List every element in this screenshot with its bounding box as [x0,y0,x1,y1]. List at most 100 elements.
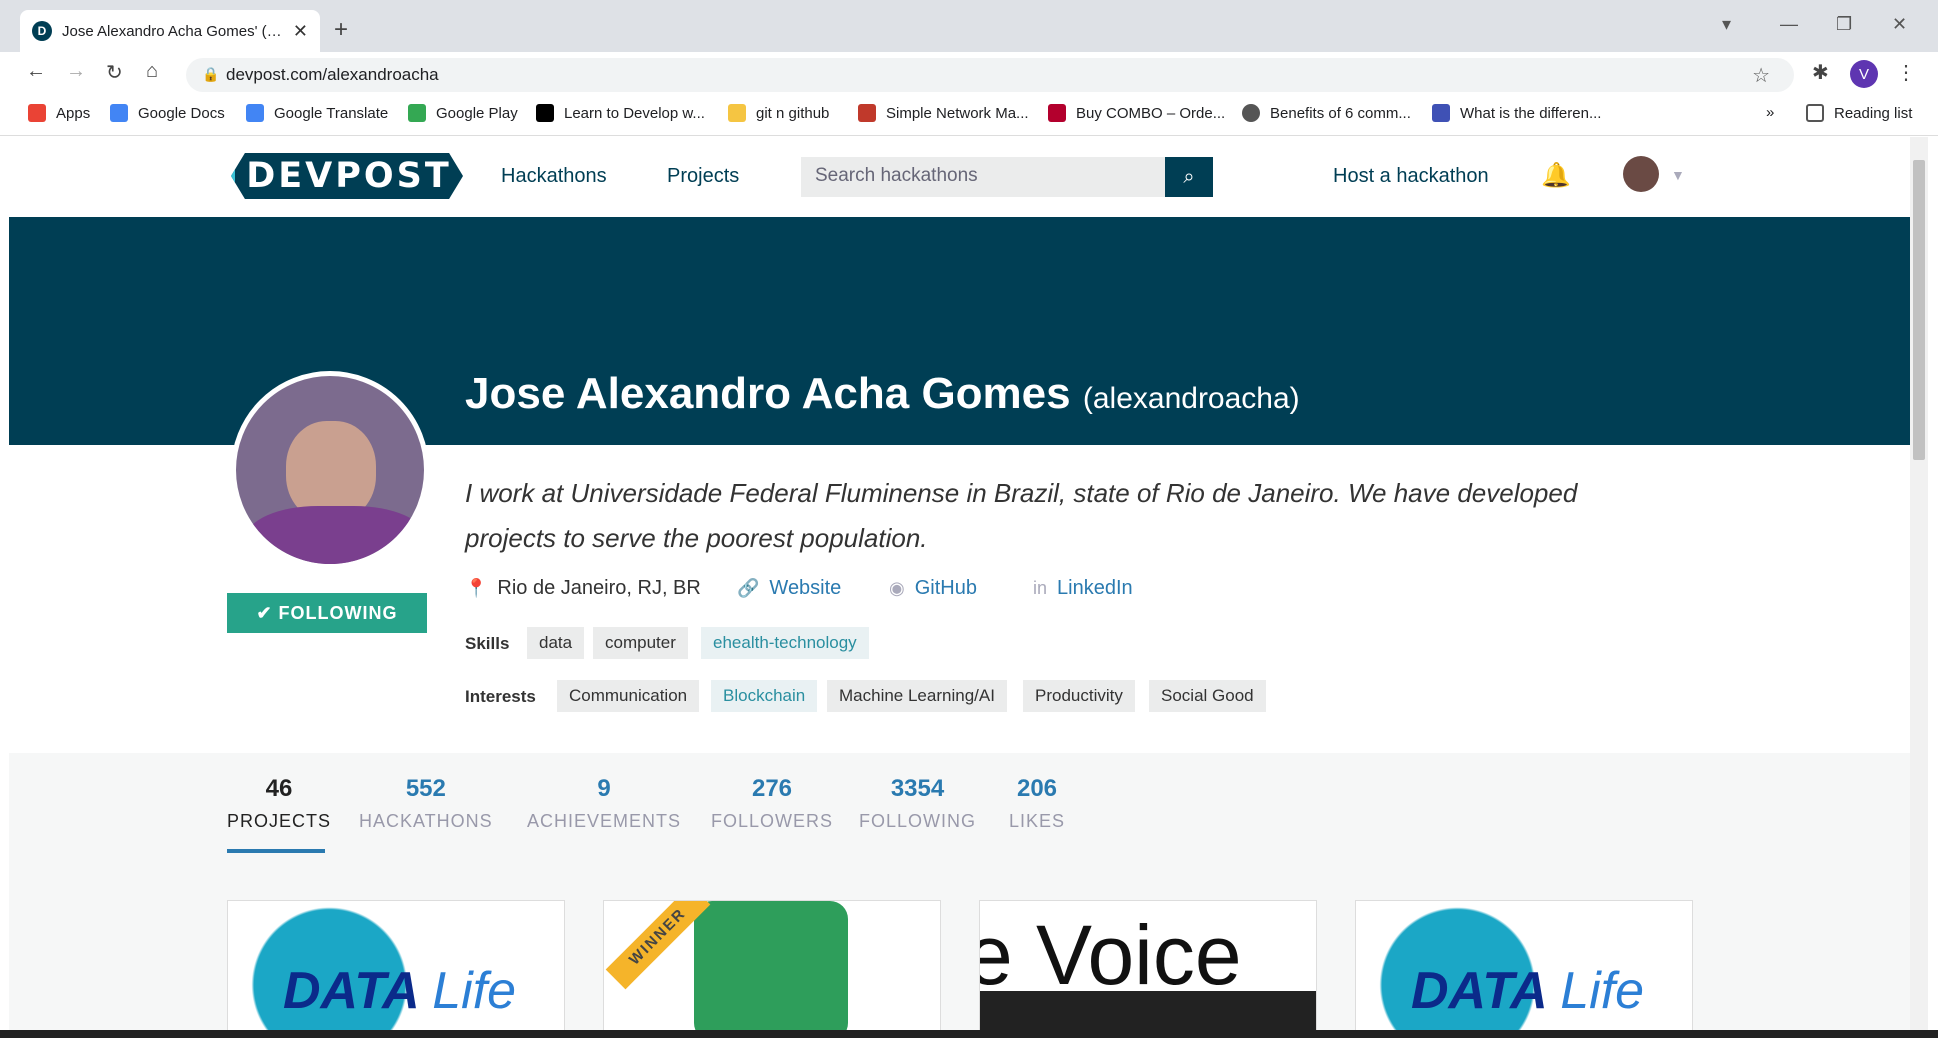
search-icon[interactable]: ⌕ [1165,157,1213,197]
data-life-main: DATA [1411,962,1546,1020]
nav-hackathons[interactable]: Hackathons [501,165,607,188]
minimize-icon[interactable]: — [1780,14,1798,35]
reading-list-icon [1806,104,1824,122]
github-icon: ◉ [889,578,905,598]
more-bookmarks-icon[interactable]: » [1766,104,1774,121]
devpost-favicon-icon: D [32,21,52,41]
interest-tag[interactable]: Machine Learning/AI [827,680,1007,712]
tab-search-icon[interactable]: ▾ [1722,14,1731,35]
voice-title: e Voice [979,908,1242,1002]
following-button[interactable]: ✔ FOLLOWING [227,593,427,633]
data-life-script: Life [432,962,517,1020]
data-life-logo: DATA Life [1411,961,1644,1021]
search-hackathons-input[interactable]: Search hackathons [801,157,1167,197]
bookmark-simple-network[interactable]: Simple Network Ma... [858,104,1029,122]
page-content: DEVPOST Hackathons Projects Search hacka… [9,137,1910,1038]
m-icon [536,104,554,122]
globe-icon [1242,104,1260,122]
skill-tag[interactable]: data [527,627,585,659]
scrollbar-thumb[interactable] [1913,160,1925,460]
project-card[interactable]: e Voice [979,900,1317,1038]
interest-tag[interactable]: Blockchain [711,680,818,712]
browser-profile-avatar[interactable]: V [1850,60,1878,88]
stat-following[interactable]: 3354 FOLLOWING [859,775,976,832]
close-window-icon[interactable]: ✕ [1892,14,1907,35]
dr-icon [1048,104,1066,122]
devpost-logo[interactable]: DEVPOST [231,153,463,199]
browser-menu-icon[interactable]: ⋮ [1896,60,1916,85]
chevron-down-icon[interactable]: ▼ [1671,167,1685,183]
stat-achievements[interactable]: 9 ACHIEVEMENTS [527,775,681,832]
bookmark-git-n-github[interactable]: git n github [728,104,829,122]
interest-tag[interactable]: Communication [557,680,700,712]
notification-bell-icon[interactable]: 🔔 [1541,161,1571,190]
nav-projects[interactable]: Projects [667,165,739,188]
user-avatar[interactable] [1623,156,1659,192]
seven-icon [858,104,876,122]
docs-icon [110,104,128,122]
reload-icon[interactable]: ↻ [106,60,123,85]
bookmark-google-docs[interactable]: Google Docs [110,104,225,122]
location-pin-icon: 📍 [465,578,488,598]
lock-icon: 🔒 [202,66,220,82]
site-header: DEVPOST Hackathons Projects Search hacka… [9,137,1910,217]
profile-name: Jose Alexandro Acha Gomes (alexandroacha… [465,369,1300,418]
translate-icon [246,104,264,122]
data-life-main: DATA [283,962,418,1020]
apps-grid-icon [28,104,46,122]
stat-likes[interactable]: 206 LIKES [1009,775,1065,832]
interest-tag[interactable]: Productivity [1023,680,1135,712]
extensions-icon[interactable]: ✱ [1812,60,1829,85]
browser-tab[interactable]: D Jose Alexandro Acha Gomes' (ale ✕ [20,10,320,52]
project-card[interactable]: DATA Life [227,900,565,1038]
home-icon[interactable]: ⌂ [146,60,158,83]
linkedin-link[interactable]: in LinkedIn [1033,577,1133,600]
data-life-script: Life [1560,962,1645,1020]
stat-projects[interactable]: 46 PROJECTS [227,775,331,832]
bookmark-learn-to-develop[interactable]: Learn to Develop w... [536,104,705,122]
bottom-edge [0,1030,1938,1038]
bookmark-what-is-difference[interactable]: What is the differen... [1432,104,1601,122]
stat-followers[interactable]: 276 FOLLOWERS [711,775,833,832]
reading-list[interactable]: Reading list [1806,104,1912,122]
bookmark-star-icon[interactable]: ☆ [1752,63,1770,88]
skills-label: Skills [465,634,510,653]
bookmark-benefits[interactable]: Benefits of 6 comm... [1242,104,1411,122]
link-icon: 🔗 [737,578,760,598]
active-tab-underline [227,849,325,853]
stat-hackathons[interactable]: 552 HACKATHONS [359,775,493,832]
new-tab-icon[interactable]: + [334,16,348,44]
host-hackathon-link[interactable]: Host a hackathon [1333,165,1489,188]
bookmark-google-play[interactable]: Google Play [408,104,518,122]
project-card[interactable]: WINNER [603,900,941,1038]
restore-icon[interactable]: ❐ [1836,14,1852,35]
tab-title: Jose Alexandro Acha Gomes' (ale [62,22,285,40]
profile-bio: I work at Universidade Federal Fluminens… [465,478,1578,553]
graduation-cap-icon [694,901,848,1038]
url-text: devpost.com/alexandroacha [226,65,439,84]
skill-tag[interactable]: computer [593,627,688,659]
website-link[interactable]: 🔗 Website [737,577,841,600]
linkedin-icon: in [1033,578,1048,598]
bookmark-google-translate[interactable]: Google Translate [246,104,388,122]
play-icon [408,104,426,122]
project-card[interactable]: DATA Life [1355,900,1693,1038]
profile-username: (alexandroacha) [1082,382,1300,415]
address-bar[interactable]: 🔒 devpost.com/alexandroacha ☆ [186,58,1794,92]
back-icon[interactable]: ← [26,60,46,83]
bookmark-buy-combo[interactable]: Buy COMBO – Orde... [1048,104,1225,122]
html5-icon [1432,104,1450,122]
data-life-logo: DATA Life [283,961,516,1021]
profile-location: 📍 Rio de Janeiro, RJ, BR [465,577,701,599]
forward-icon[interactable]: → [66,60,86,83]
profile-photo [231,371,429,569]
skill-tag[interactable]: ehealth-technology [701,627,869,659]
bookmark-apps[interactable]: Apps [28,104,90,122]
close-tab-icon[interactable]: ✕ [293,21,308,42]
browser-titlebar: D Jose Alexandro Acha Gomes' (ale ✕ + ▾ … [0,0,1938,52]
folder-icon [728,104,746,122]
bookmarks-bar: Apps Google Docs Google Translate Google… [0,96,1938,136]
github-link[interactable]: ◉ GitHub [889,577,977,600]
interest-tag[interactable]: Social Good [1149,680,1266,712]
interests-label: Interests [465,687,536,706]
